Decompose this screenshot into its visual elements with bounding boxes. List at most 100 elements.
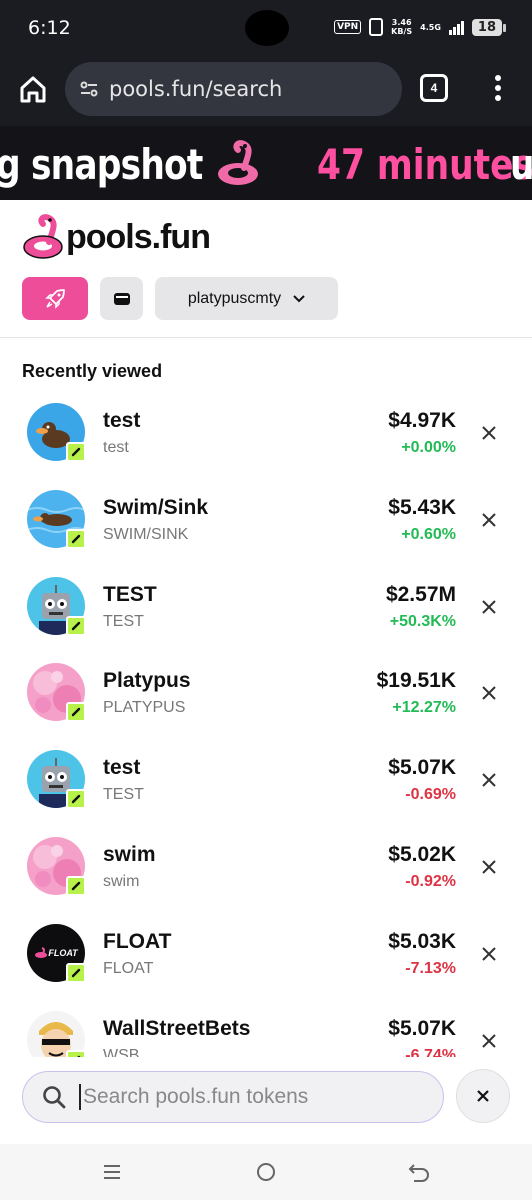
signal-icon	[448, 19, 464, 35]
rocket-icon	[45, 288, 65, 309]
token-price: $5.43K	[388, 495, 456, 519]
token-change: -0.69%	[405, 786, 456, 804]
back-icon[interactable]	[408, 1162, 430, 1182]
list-item[interactable]: test TEST $5.07K -0.69%	[0, 735, 532, 822]
wallet-button[interactable]	[100, 277, 143, 320]
token-price: $5.07K	[388, 756, 456, 780]
token-name: TEST	[103, 582, 157, 606]
search-icon	[43, 1086, 66, 1109]
remove-item-icon[interactable]	[480, 945, 498, 963]
token-name: Platypus	[103, 669, 191, 693]
section-title: Recently viewed	[22, 361, 163, 381]
token-price: $2.57M	[385, 582, 456, 606]
site-logo[interactable]: pools.fun	[22, 214, 211, 260]
token-symbol: swim	[103, 872, 140, 890]
banner-text-right: u	[510, 140, 532, 189]
launch-button[interactable]	[22, 277, 88, 320]
banner-text-highlight: 47 minutes	[317, 140, 532, 189]
account-name: platypuscmty	[187, 289, 282, 307]
remove-item-icon[interactable]	[480, 424, 498, 442]
divider	[0, 337, 532, 338]
pump-badge-icon	[66, 875, 86, 896]
battery-icon: 18	[471, 18, 507, 36]
more-menu-icon[interactable]	[490, 72, 506, 104]
token-change: -0.92%	[405, 872, 456, 890]
token-change: +50.3K%	[389, 612, 456, 630]
token-symbol: SWIM/SINK	[103, 525, 189, 543]
flamingo-float-icon	[218, 140, 258, 185]
status-time: 6:12	[28, 17, 71, 39]
token-price: $5.03K	[388, 929, 456, 953]
account-dropdown[interactable]: platypuscmty	[155, 277, 338, 320]
flamingo-logo-icon	[23, 214, 63, 259]
list-item[interactable]: test test $4.97K +0.00%	[0, 388, 532, 475]
browser-toolbar: pools.fun/search 4	[0, 58, 532, 126]
wallet-icon	[113, 292, 130, 305]
search-bar	[0, 1057, 532, 1144]
token-name: swim	[103, 842, 156, 866]
token-symbol: TEST	[103, 612, 144, 630]
pump-badge-icon	[66, 615, 86, 636]
list-item[interactable]: swim swim $5.02K -0.92%	[0, 822, 532, 909]
token-price: $5.07K	[388, 1016, 456, 1040]
pump-badge-icon	[66, 702, 86, 723]
camera-cutout	[245, 10, 289, 46]
list-item[interactable]: TEST TEST $2.57M +50.3K%	[0, 562, 532, 649]
tab-switcher-button[interactable]: 4	[420, 74, 448, 102]
token-change: +0.00%	[401, 439, 456, 456]
recents-icon[interactable]	[102, 1162, 122, 1182]
token-price: $4.97K	[388, 409, 456, 432]
recently-viewed-list: test test $4.97K +0.00% Swim/Sink SWIM/S…	[0, 388, 532, 1058]
token-name: Swim/Sink	[103, 495, 209, 519]
remove-item-icon[interactable]	[480, 771, 498, 789]
remove-item-icon[interactable]	[480, 1032, 498, 1050]
list-item[interactable]: Platypus PLATYPUS $19.51K +12.27%	[0, 648, 532, 735]
status-icons: VPN 3.46 KB/S 4.5G 18	[334, 18, 507, 36]
network-speed: 3.46 KB/S	[391, 18, 413, 36]
token-name: FLOAT	[103, 929, 172, 953]
pump-badge-icon	[66, 962, 86, 983]
token-change: -7.13%	[405, 959, 456, 977]
token-price: $5.02K	[388, 842, 456, 866]
token-symbol: PLATYPUS	[103, 699, 186, 717]
network-type: 4.5G	[420, 22, 441, 32]
token-name: test	[103, 756, 141, 780]
vibrate-icon	[369, 18, 384, 36]
token-symbol: FLOAT	[103, 959, 154, 977]
token-price: $19.51K	[376, 669, 456, 693]
remove-item-icon[interactable]	[480, 511, 498, 529]
site-settings-icon[interactable]	[79, 79, 99, 99]
flamingo-mini-icon	[35, 946, 48, 958]
close-icon	[477, 1090, 489, 1102]
home-nav-icon[interactable]	[256, 1162, 276, 1182]
brand-name: pools.fun	[66, 217, 211, 256]
status-bar: 6:12 VPN 3.46 KB/S 4.5G 18	[0, 0, 532, 58]
list-item[interactable]: FLOAT FLOAT FLOAT $5.03K -7.13%	[0, 909, 532, 996]
token-name: test	[103, 409, 141, 432]
list-item[interactable]: Swim/Sink SWIM/SINK $5.43K +0.60%	[0, 475, 532, 562]
pump-badge-icon	[66, 442, 86, 462]
banner-text-left: g snapshot	[0, 140, 203, 189]
home-icon[interactable]	[18, 74, 48, 104]
remove-item-icon[interactable]	[480, 598, 498, 616]
url-text: pools.fun/search	[109, 77, 283, 101]
list-item[interactable]: WallStreetBets WSB $5.07K -6.74%	[0, 996, 532, 1058]
token-symbol: test	[103, 439, 129, 456]
search-input[interactable]	[79, 1084, 405, 1110]
chevron-down-icon	[293, 294, 305, 302]
search-field[interactable]	[22, 1071, 444, 1123]
close-search-button[interactable]	[456, 1069, 510, 1123]
address-bar[interactable]: pools.fun/search	[65, 62, 402, 116]
token-symbol: TEST	[103, 786, 144, 804]
remove-item-icon[interactable]	[480, 684, 498, 702]
vpn-icon: VPN	[334, 20, 362, 34]
token-name: WallStreetBets	[103, 1016, 251, 1040]
announcement-banner: g snapshot 47 minutes u	[0, 126, 532, 200]
remove-item-icon[interactable]	[480, 858, 498, 876]
system-nav-bar	[0, 1144, 532, 1200]
pump-badge-icon	[66, 789, 86, 810]
token-change: +0.60%	[401, 525, 456, 543]
top-toolbar: platypuscmty	[22, 277, 338, 320]
pump-badge-icon	[66, 528, 86, 549]
float-logo-text: FLOAT	[48, 947, 78, 958]
